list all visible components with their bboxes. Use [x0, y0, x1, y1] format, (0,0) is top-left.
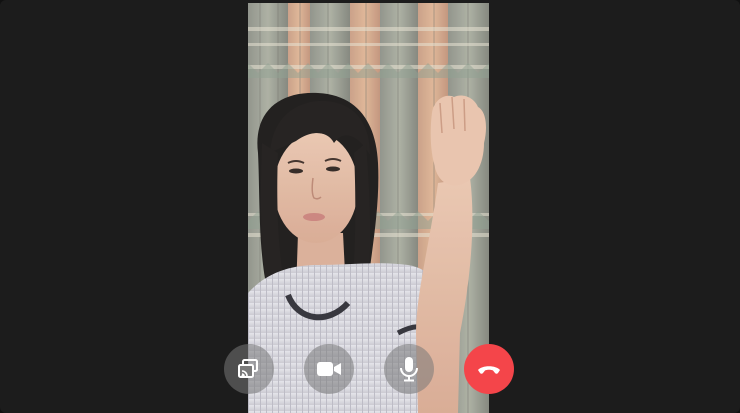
end-call-icon [478, 366, 500, 374]
microphone-icon [400, 357, 418, 382]
video-camera-icon [317, 362, 341, 376]
cast-button[interactable] [224, 344, 274, 394]
call-controls-bar [0, 344, 740, 394]
cast-screen-icon [238, 359, 258, 378]
microphone-toggle-button[interactable] [384, 344, 434, 394]
video-toggle-button[interactable] [304, 344, 354, 394]
end-call-button[interactable] [464, 344, 514, 394]
video-call-window [0, 0, 740, 413]
